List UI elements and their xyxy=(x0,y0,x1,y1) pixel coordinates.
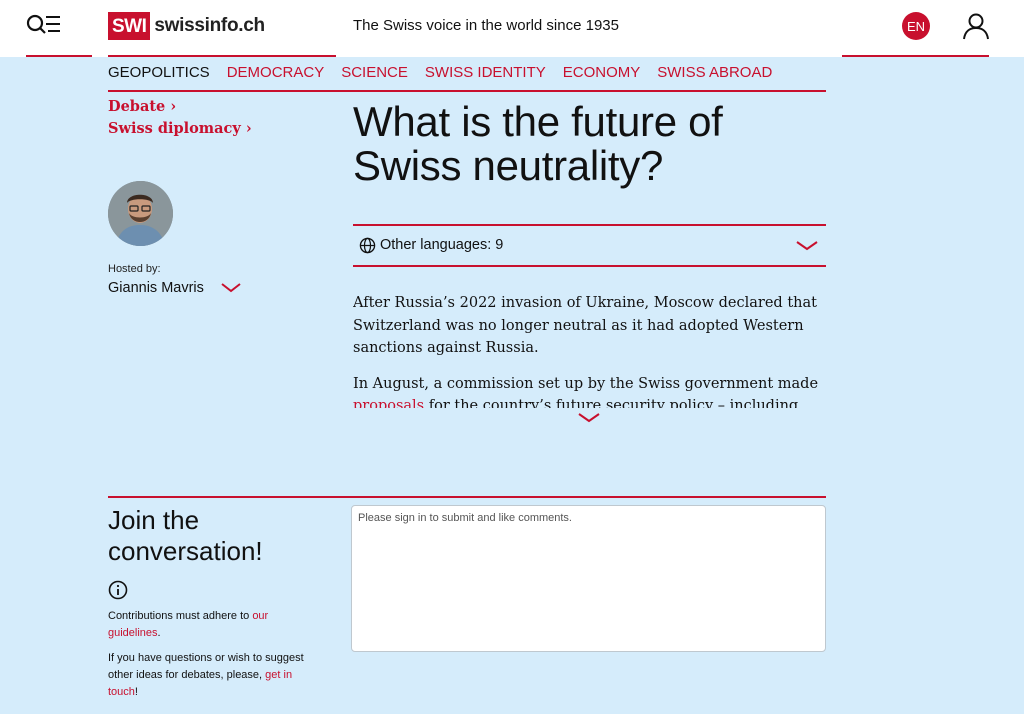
chevron-down-icon xyxy=(796,241,818,251)
chevron-down-icon[interactable] xyxy=(220,281,242,295)
breadcrumb-debate[interactable]: Debate › xyxy=(108,98,176,115)
other-languages-toggle[interactable]: Other languages: 9 xyxy=(353,224,826,267)
guidelines-note-end: . xyxy=(157,627,161,639)
header-divider-logo xyxy=(108,55,336,57)
other-languages-label: Other languages: 9 xyxy=(380,237,504,253)
host-portrait-image xyxy=(108,181,173,246)
logo-text: swissinfo.ch xyxy=(154,15,265,36)
site-logo[interactable]: SWI swissinfo.ch xyxy=(108,12,265,40)
guidelines-note-text: Contributions must adhere to xyxy=(108,610,253,622)
guidelines-note: Contributions must adhere to our guideli… xyxy=(108,608,323,642)
nav-divider xyxy=(108,90,826,92)
contact-note-end: ! xyxy=(134,686,138,698)
conversation-divider xyxy=(108,496,826,498)
site-header: SWI swissinfo.ch The Swiss voice in the … xyxy=(0,0,1024,57)
globe-icon xyxy=(359,237,376,254)
page-title: What is the future of Swiss neutrality? xyxy=(353,98,723,189)
nav-item-economy[interactable]: ECONOMY xyxy=(563,64,641,81)
comment-input[interactable]: Please sign in to submit and like commen… xyxy=(351,505,826,652)
breadcrumb-swiss-diplomacy[interactable]: Swiss diplomacy › xyxy=(108,120,252,137)
nav-item-democracy[interactable]: DEMOCRACY xyxy=(227,64,325,81)
user-account-icon[interactable] xyxy=(962,12,990,40)
nav-item-geopolitics[interactable]: GEOPOLITICS xyxy=(108,64,210,81)
info-icon[interactable] xyxy=(108,580,128,600)
search-menu-icon[interactable] xyxy=(26,13,62,39)
article-body: After Russia’s 2022 invasion of Ukraine,… xyxy=(353,292,823,408)
host-avatar xyxy=(108,181,173,246)
nav-item-science[interactable]: SCIENCE xyxy=(341,64,408,81)
contact-note: If you have questions or wish to suggest… xyxy=(108,650,323,701)
expand-article-chevron-icon[interactable] xyxy=(577,412,601,424)
hosted-by-label: Hosted by: xyxy=(108,263,161,275)
comment-placeholder: Please sign in to submit and like commen… xyxy=(358,512,572,524)
paragraph-2-text-end: for the country’s future security policy… xyxy=(424,398,799,408)
header-divider-right xyxy=(842,55,989,57)
article-paragraph-1: After Russia’s 2022 invasion of Ukraine,… xyxy=(353,295,817,356)
host-name: Giannis Mavris xyxy=(108,280,204,296)
conversation-title: Join the conversation! xyxy=(108,505,263,566)
breadcrumb-debate-label: Debate xyxy=(108,98,166,115)
nav-item-swiss-abroad[interactable]: SWISS ABROAD xyxy=(657,64,772,81)
site-tagline: The Swiss voice in the world since 1935 xyxy=(353,17,619,34)
article-paragraph-2: In August, a commission set up by the Sw… xyxy=(353,373,823,409)
breadcrumb-swiss-diplomacy-label: Swiss diplomacy xyxy=(108,120,241,137)
nav-item-swiss-identity[interactable]: SWISS IDENTITY xyxy=(425,64,546,81)
paragraph-2-text-start: In August, a commission set up by the Sw… xyxy=(353,375,819,392)
logo-mark: SWI xyxy=(108,12,151,40)
language-selector[interactable]: EN xyxy=(902,12,930,40)
proposals-link[interactable]: proposals xyxy=(353,398,424,408)
topic-nav: GEOPOLITICS DEMOCRACY SCIENCE SWISS IDEN… xyxy=(108,64,772,81)
header-divider-left xyxy=(26,55,92,57)
